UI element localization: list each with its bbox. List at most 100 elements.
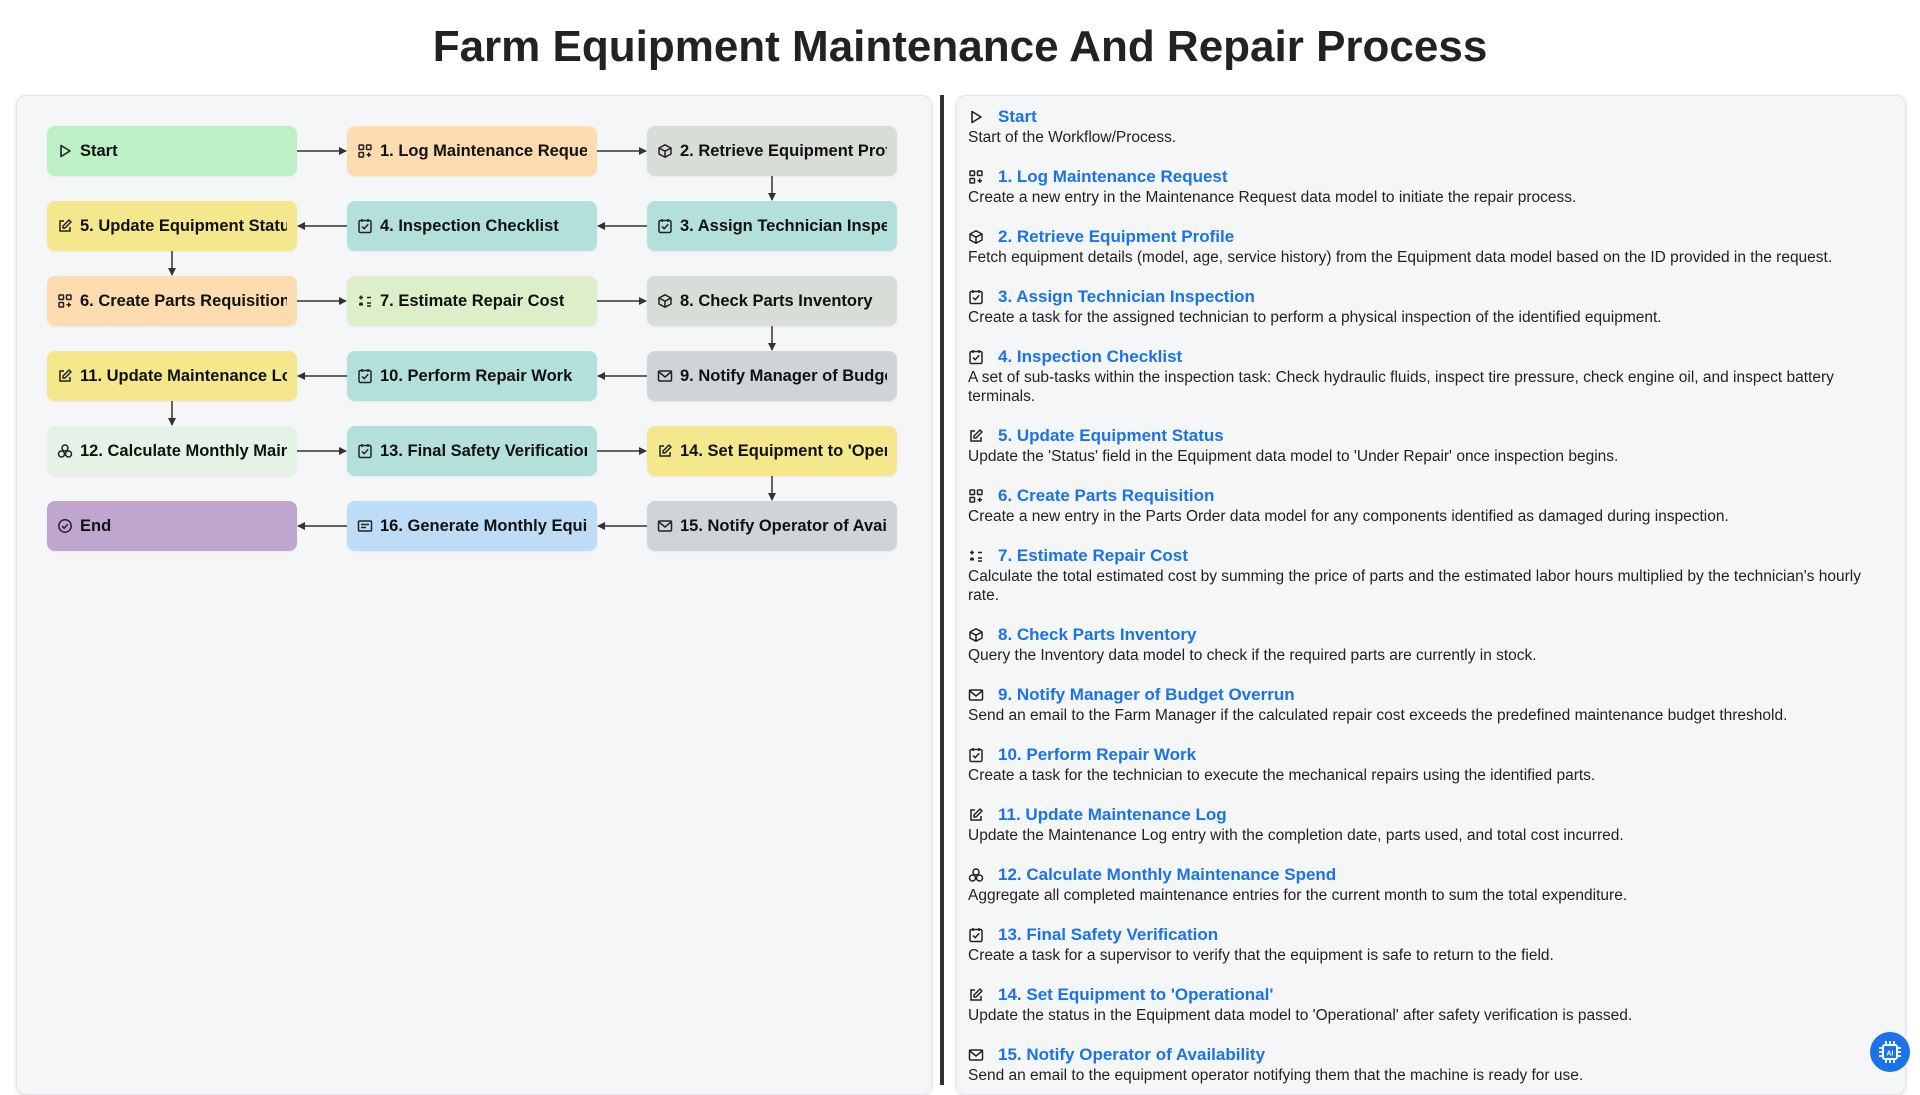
step-item: 14. Set Equipment to 'Operational' Update…: [968, 984, 1893, 1025]
node-n1[interactable]: 1. Log Maintenance Request: [347, 126, 597, 176]
node-n10[interactable]: 10. Perform Repair Work: [347, 351, 597, 401]
node-label: 2. Retrieve Equipment Profile: [680, 141, 887, 160]
step-header: 15. Notify Operator of Availability: [968, 1044, 1893, 1066]
step-header: 3. Assign Technician Inspection: [968, 286, 1893, 308]
step-description: Send an email to the equipment operator …: [968, 1067, 1584, 1084]
step-title-link[interactable]: 4. Inspection Checklist: [998, 347, 1182, 367]
step-title-link[interactable]: 11. Update Maintenance Log: [998, 805, 1227, 825]
step-item: 4. Inspection Checklist A set of sub-task…: [968, 346, 1893, 406]
node-n3[interactable]: 3. Assign Technician Inspection: [647, 201, 897, 251]
step-header: 8. Check Parts Inventory: [968, 624, 1893, 646]
node-start[interactable]: Start: [47, 126, 297, 176]
edit-icon: [970, 988, 983, 1001]
node-label: 10. Perform Repair Work: [380, 366, 573, 385]
node-n16[interactable]: 16. Generate Monthly Equipment Report: [347, 501, 597, 551]
step-title-link[interactable]: 5. Update Equipment Status: [998, 426, 1224, 446]
mail-icon: [657, 520, 673, 532]
step-title-link[interactable]: 8. Check Parts Inventory: [998, 625, 1196, 645]
step-header: 9. Notify Manager of Budget Overrun: [968, 684, 1893, 706]
step-title-link[interactable]: 14. Set Equipment to 'Operational': [998, 985, 1273, 1005]
step-header: 5. Update Equipment Status: [968, 425, 1893, 447]
step-header: 14. Set Equipment to 'Operational': [968, 984, 1893, 1006]
mail-icon: [968, 1049, 984, 1061]
node-label: 4. Inspection Checklist: [380, 216, 559, 235]
node-n12[interactable]: 12. Calculate Monthly Maintenance Spend: [47, 426, 297, 476]
node-n7[interactable]: 7. Estimate Repair Cost: [347, 276, 597, 326]
step-title-link[interactable]: 6. Create Parts Requisition: [998, 486, 1214, 506]
node-n11[interactable]: 11. Update Maintenance Log: [47, 351, 297, 401]
step-header: 13. Final Safety Verification: [968, 924, 1893, 946]
grid-plus-icon: [969, 489, 983, 503]
step-description: Update the status in the Equipment data …: [968, 1007, 1633, 1024]
node-n8[interactable]: 8. Check Parts Inventory: [647, 276, 897, 326]
node-n15[interactable]: 15. Notify Operator of Availability: [647, 501, 897, 551]
checkbox-icon: [969, 928, 983, 943]
edit-icon: [970, 429, 983, 442]
step-description: A set of sub-tasks within the inspection…: [968, 369, 1834, 405]
step-description: Update the 'Status' field in the Equipme…: [968, 448, 1619, 465]
node-label: 6. Create Parts Requisition: [80, 291, 287, 310]
step-header: 6. Create Parts Requisition: [968, 485, 1893, 507]
node-end[interactable]: End: [47, 501, 297, 551]
edit-icon: [59, 369, 72, 382]
step-title-link[interactable]: 15. Notify Operator of Availability: [998, 1045, 1265, 1065]
node-label: 13. Final Safety Verification: [380, 441, 587, 460]
node-n5[interactable]: 5. Update Equipment Status: [47, 201, 297, 251]
step-title-link[interactable]: 12. Calculate Monthly Maintenance Spend: [998, 865, 1336, 885]
node-n14[interactable]: 14. Set Equipment to 'Operational': [647, 426, 897, 476]
checkbox-icon: [358, 219, 372, 234]
step-description: Create a new entry in the Parts Order da…: [968, 508, 1729, 525]
node-label: 14. Set Equipment to 'Operational': [680, 441, 887, 460]
cube-icon: [969, 628, 983, 642]
step-item: 1. Log Maintenance Request Create a new e…: [968, 166, 1893, 207]
edit-icon: [59, 219, 72, 232]
grid-plus-icon: [358, 144, 372, 158]
step-description: Start of the Workflow/Process.: [968, 129, 1177, 146]
step-title-link[interactable]: 1. Log Maintenance Request: [998, 167, 1228, 187]
step-description: Create a task for a supervisor to verify…: [968, 947, 1554, 964]
step-header: 11. Update Maintenance Log: [968, 804, 1893, 826]
node-label: 16. Generate Monthly Equipment Report: [380, 516, 587, 535]
ai-chip-icon: AI: [1879, 1041, 1901, 1063]
step-header: 4. Inspection Checklist: [968, 346, 1893, 368]
step-header: 2. Retrieve Equipment Profile: [968, 226, 1893, 248]
step-title-link[interactable]: 7. Estimate Repair Cost: [998, 546, 1188, 566]
node-n9[interactable]: 9. Notify Manager of Budget Overrun: [647, 351, 897, 401]
grid-plus-icon: [58, 294, 72, 308]
step-title-link[interactable]: 3. Assign Technician Inspection: [998, 287, 1255, 307]
step-header: Start: [968, 106, 1893, 128]
step-item: 9. Notify Manager of Budget Overrun Send …: [968, 684, 1893, 725]
step-item: 6. Create Parts Requisition Create a new …: [968, 485, 1893, 526]
checkbox-icon: [969, 350, 983, 365]
step-details-panel: Start Start of the Workflow/Process. 1. Lo…: [956, 95, 1906, 1095]
checkbox-icon: [658, 219, 672, 234]
step-title-link[interactable]: 13. Final Safety Verification: [998, 925, 1218, 945]
step-description: Create a task for the technician to exec…: [968, 767, 1596, 784]
play-icon: [60, 144, 71, 158]
step-title-link[interactable]: 2. Retrieve Equipment Profile: [998, 227, 1234, 247]
report-icon: [357, 520, 373, 532]
step-description: Query the Inventory data model to check …: [968, 647, 1537, 664]
node-label: 7. Estimate Repair Cost: [380, 291, 565, 310]
step-title-link[interactable]: 9. Notify Manager of Budget Overrun: [998, 685, 1295, 705]
step-title-link[interactable]: Start: [998, 107, 1037, 127]
panel-divider[interactable]: [940, 95, 944, 1085]
check-circle-icon: [58, 519, 72, 533]
step-description: Send an email to the Farm Manager if the…: [968, 707, 1788, 724]
node-label: 9. Notify Manager of Budget Overrun: [680, 366, 887, 385]
node-label: 5. Update Equipment Status: [80, 216, 287, 235]
step-list: Start Start of the Workflow/Process. 1. Lo…: [968, 106, 1893, 1085]
page-title: Farm Equipment Maintenance And Repair Pr…: [432, 22, 1488, 71]
step-description: Aggregate all completed maintenance entr…: [968, 887, 1628, 904]
ai-assistant-button[interactable]: AI: [1870, 1032, 1910, 1072]
node-n6[interactable]: 6. Create Parts Requisition: [47, 276, 297, 326]
checkbox-icon: [358, 444, 372, 459]
node-n2[interactable]: 2. Retrieve Equipment Profile: [647, 126, 897, 176]
node-n4[interactable]: 4. Inspection Checklist: [347, 201, 597, 251]
calculator-icon: [970, 550, 982, 562]
node-n13[interactable]: 13. Final Safety Verification: [347, 426, 597, 476]
edit-icon: [659, 444, 672, 457]
mail-icon: [657, 370, 673, 382]
step-title-link[interactable]: 10. Perform Repair Work: [998, 745, 1196, 765]
step-description: Create a new entry in the Maintenance Re…: [968, 189, 1577, 206]
